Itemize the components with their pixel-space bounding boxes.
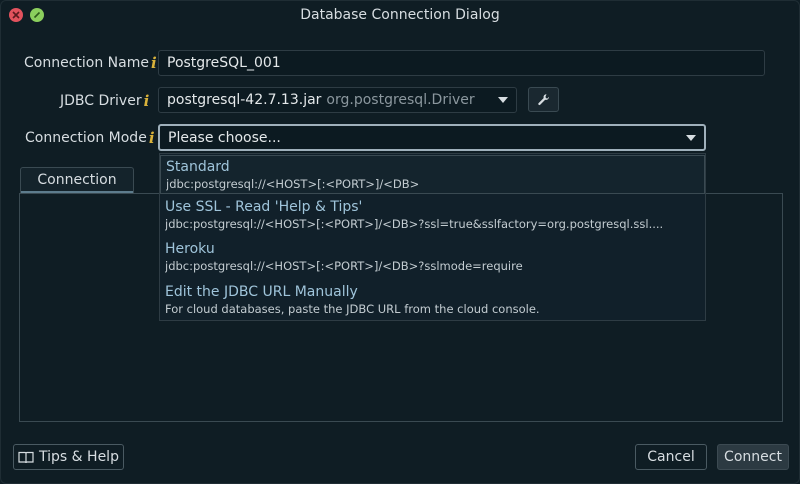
window-title: Database Connection Dialog <box>300 7 500 23</box>
tab-connection-label: Connection <box>37 172 117 188</box>
option-title: Heroku <box>165 241 215 257</box>
info-icon[interactable]: i <box>144 92 154 110</box>
connect-label: Connect <box>724 449 782 465</box>
cancel-label: Cancel <box>647 449 695 465</box>
connection-mode-value: Please choose... <box>168 129 281 146</box>
connection-name-label-text: Connection Name <box>24 55 149 71</box>
connect-button[interactable]: Connect <box>717 444 789 470</box>
dropdown-option-ssl[interactable]: Use SSL - Read 'Help & Tips' jdbc:postgr… <box>160 199 705 239</box>
driver-settings-button[interactable] <box>528 87 559 112</box>
dialog-window: Database Connection Dialog Connection Na… <box>0 0 800 484</box>
tips-help-label: Tips & Help <box>39 449 119 465</box>
dropdown-option-standard[interactable]: Standard jdbc:postgresql://<HOST>[:<PORT… <box>160 155 705 194</box>
connection-name-input[interactable]: PostgreSQL_001 <box>158 50 765 76</box>
tab-active-indicator <box>21 191 133 193</box>
jdbc-driver-label-text: JDBC Driver <box>60 93 142 109</box>
option-title: Use SSL - Read 'Help & Tips' <box>165 199 363 215</box>
connection-name-value: PostgreSQL_001 <box>167 55 281 71</box>
option-subtitle: For cloud databases, paste the JDBC URL … <box>165 302 540 316</box>
option-subtitle: jdbc:postgresql://<HOST>[:<PORT>]/<DB>?s… <box>165 217 664 231</box>
dropdown-option-manual-url[interactable]: Edit the JDBC URL Manually For cloud dat… <box>160 284 705 320</box>
tab-connection[interactable]: Connection <box>20 167 134 193</box>
jdbc-driver-class: org.postgresql.Driver <box>326 92 475 108</box>
connection-mode-label: Connection Mode i <box>25 129 159 147</box>
cancel-button[interactable]: Cancel <box>635 444 707 470</box>
tips-help-button[interactable]: Tips & Help <box>13 444 124 470</box>
jdbc-driver-value: postgresql-42.7.13.jar <box>167 92 322 108</box>
wrench-icon <box>537 93 549 105</box>
option-subtitle: jdbc:postgresql://<HOST>[:<PORT>]/<DB> <box>166 177 420 191</box>
connection-name-label: Connection Name i <box>24 54 161 72</box>
chevron-down-icon <box>686 134 696 141</box>
option-title: Edit the JDBC URL Manually <box>165 284 358 300</box>
connection-mode-label-text: Connection Mode <box>25 130 147 146</box>
connection-mode-select[interactable]: Please choose... <box>158 124 706 151</box>
book-icon <box>18 451 34 463</box>
option-subtitle: jdbc:postgresql://<HOST>[:<PORT>]/<DB>?s… <box>165 259 523 273</box>
dropdown-option-heroku[interactable]: Heroku jdbc:postgresql://<HOST>[:<PORT>]… <box>160 241 705 281</box>
jdbc-driver-select[interactable]: postgresql-42.7.13.jar org.postgresql.Dr… <box>158 87 517 113</box>
connection-mode-dropdown: Standard jdbc:postgresql://<HOST>[:<PORT… <box>159 153 706 321</box>
title-bar: Database Connection Dialog <box>1 1 799 29</box>
chevron-down-icon <box>498 97 508 103</box>
jdbc-driver-label: JDBC Driver i <box>60 92 154 110</box>
option-title: Standard <box>166 159 230 175</box>
